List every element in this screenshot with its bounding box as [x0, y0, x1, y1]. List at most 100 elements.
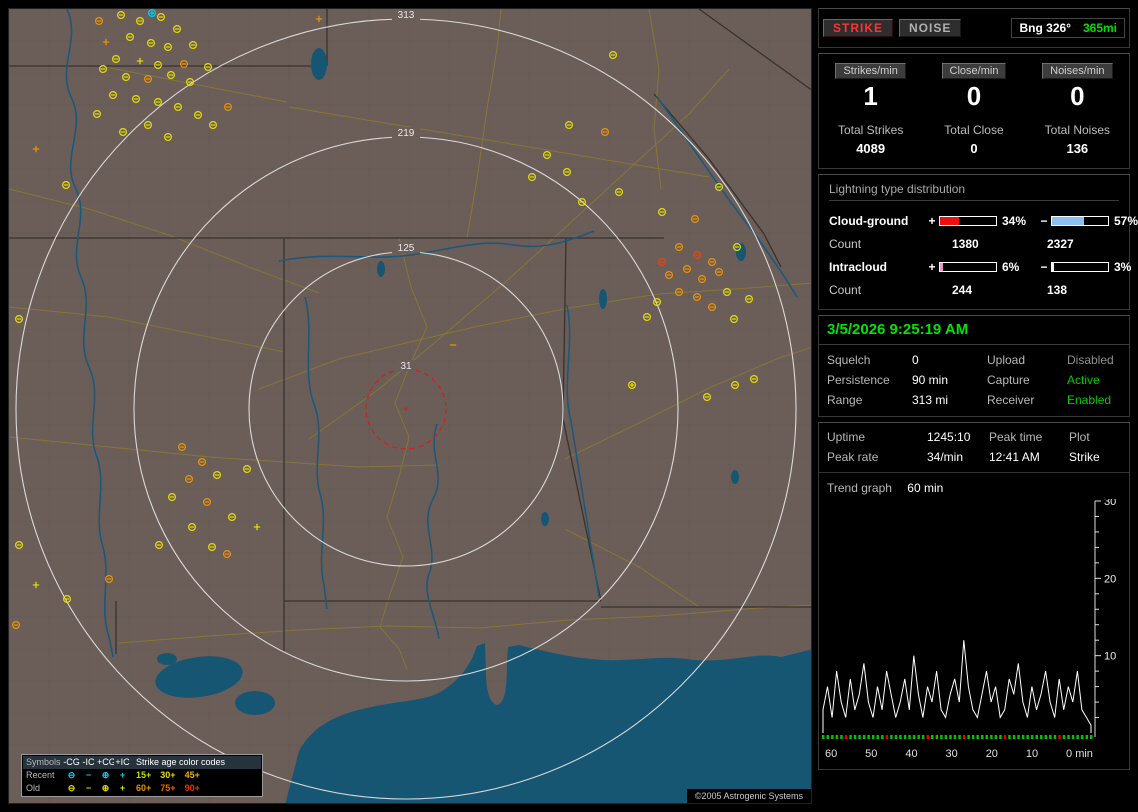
ic-minus-count: 138: [1047, 282, 1068, 297]
trend-baseline-marker: [885, 735, 889, 739]
copyright-label: ©2005 Astrogenic Systems: [686, 789, 811, 803]
legend-symbols-label: Symbols: [23, 756, 63, 769]
status-row: Range 313 mi Receiver Enabled: [819, 390, 1129, 410]
strikes-per-min-chip[interactable]: Strikes/min: [835, 63, 906, 79]
trend-baseline-marker: [912, 735, 916, 739]
trend-baseline-marker: [1053, 735, 1057, 739]
cg-plus-count: 1380: [952, 236, 979, 251]
plus-sign: +: [928, 259, 936, 274]
cg-minus-count: 2327: [1047, 236, 1074, 251]
trend-baseline-marker: [862, 735, 866, 739]
ring-label-313: 313: [398, 10, 415, 21]
legend-old-label: Old: [26, 783, 41, 793]
distribution-title: Lightning type distribution: [829, 182, 1119, 201]
datetime-display: 3/5/2026 9:25:19 AM: [819, 316, 1129, 345]
close-per-min-chip[interactable]: Close/min: [941, 63, 1007, 79]
squelch-value: 0: [912, 353, 919, 367]
noise-button[interactable]: NOISE: [899, 19, 962, 37]
trend-baseline-marker: [967, 735, 970, 739]
peak-time-label: Peak time: [989, 430, 1043, 444]
trend-x-tick-label: 60: [825, 748, 838, 760]
legend-age: 45+: [184, 770, 200, 780]
ring-label-219: 219: [398, 128, 415, 139]
map-view[interactable]: 313 219 125 31 Symbols -CG -IC +CG +IC Strike…: [8, 8, 812, 804]
range-value: 313 mi: [912, 393, 949, 407]
info-row: Peak rate 34/min 12:41 AM Strike: [819, 447, 1129, 467]
bearing-readout: Bng 326° 365mi: [1011, 18, 1125, 38]
legend-col-header: +CG: [97, 756, 116, 769]
bearing-range-value: 365mi: [1082, 21, 1117, 35]
count-label: Count: [829, 236, 862, 251]
trend-baseline-marker: [1026, 735, 1029, 739]
trend-window-value: 60 min: [907, 481, 944, 495]
trend-baseline-marker: [844, 735, 848, 739]
trend-baseline-marker: [1035, 735, 1038, 739]
legend-symbol: ⊖: [67, 770, 76, 780]
squelch-label: Squelch: [827, 353, 871, 367]
legend-symbol: ⊕: [101, 770, 110, 780]
trend-graph-canvas: 10 20 30: [822, 496, 1116, 739]
map-canvas: 313 219 125 31: [9, 9, 811, 803]
persistence-value: 90 min: [912, 373, 949, 387]
total-noises-label: Total Noises: [1044, 123, 1111, 137]
plot-mode-value: Strike: [1069, 450, 1100, 464]
peak-time-value: 12:41 AM: [989, 450, 1040, 464]
legend-col-header: -IC: [80, 756, 97, 769]
kentucky-lake: [311, 48, 327, 80]
cg-plus-bar: [939, 215, 997, 226]
upload-value: Disabled: [1067, 353, 1114, 367]
total-noises-value: 136: [1066, 141, 1089, 156]
capture-label: Capture: [987, 373, 1030, 387]
trend-baseline-marker: [985, 735, 988, 739]
legend-symbol: +: [119, 783, 126, 793]
trend-baseline-marker: [917, 735, 920, 739]
trend-header: Trend graph 60 min: [819, 472, 1129, 497]
ring-label-31: 31: [400, 361, 412, 372]
trend-baseline-marker: [858, 735, 861, 739]
receiver-value: Enabled: [1067, 393, 1112, 407]
cloud-ground-label: Cloud-ground: [829, 213, 909, 228]
upload-label: Upload: [987, 353, 1026, 367]
minus-sign: −: [1040, 259, 1048, 274]
trend-baseline-marker: [1085, 735, 1088, 739]
trend-baseline-marker: [1071, 735, 1075, 739]
uptime-value: 1245:10: [927, 430, 971, 444]
trend-baseline-marker: [949, 735, 952, 739]
ic-plus-pct: 6%: [1002, 259, 1020, 274]
cg-plus-pct: 34%: [1002, 213, 1027, 228]
trend-baseline-marker: [1008, 735, 1011, 739]
strike-button[interactable]: STRIKE: [823, 19, 894, 37]
trend-x-tick-label: 0 min: [1066, 748, 1093, 760]
trend-y-tick-label: 20: [1104, 573, 1116, 585]
trend-baseline-marker: [990, 735, 993, 739]
total-close-label: Total Close: [944, 123, 1004, 137]
trend-graph: 10 20 30 60 50 40 30 20 10 0 min: [821, 496, 1129, 760]
trend-baseline-marker: [976, 735, 979, 739]
intracloud-row: Intracloud + 6% − 3%: [829, 255, 1131, 278]
trend-baseline-marker: [1003, 735, 1007, 739]
noises-per-min-chip[interactable]: Noises/min: [1042, 63, 1113, 79]
intracloud-label: Intracloud: [829, 259, 888, 274]
info-row: Uptime 1245:10 Peak time Plot: [819, 427, 1129, 447]
trend-baseline-marker: [1049, 735, 1052, 739]
legend-age-row: 15+ 30+ 45+: [131, 769, 261, 782]
cg-minus-bar: [1051, 215, 1109, 226]
legend-age-title: Strike age color codes: [131, 756, 261, 769]
ic-minus-pct: 3%: [1114, 259, 1132, 274]
receiver-label: Receiver: [987, 393, 1035, 407]
intracloud-count-row: Count 244 138: [829, 278, 1119, 301]
ring-label-125: 125: [398, 243, 415, 254]
bearing-value: Bng 326°: [1019, 21, 1071, 35]
trend-baseline-marker: [953, 735, 957, 739]
trend-baseline-marker: [840, 735, 843, 739]
trend-baseline-marker: [908, 735, 911, 739]
cloud-ground-count-row: Count 1380 2327: [829, 232, 1119, 255]
legend-symbol: −: [85, 783, 92, 793]
cg-minus-pct: 57%: [1114, 213, 1138, 228]
counters-section: Strikes/min Close/min Noises/min 1 0 0 T…: [818, 53, 1130, 169]
trend-baseline-marker: [899, 735, 902, 739]
info-section: Uptime 1245:10 Peak time Plot Peak rate …: [818, 422, 1130, 770]
legend-age: 90+: [184, 783, 200, 793]
close-per-min-value: 0: [966, 81, 982, 111]
trend-baseline-marker: [962, 735, 966, 739]
